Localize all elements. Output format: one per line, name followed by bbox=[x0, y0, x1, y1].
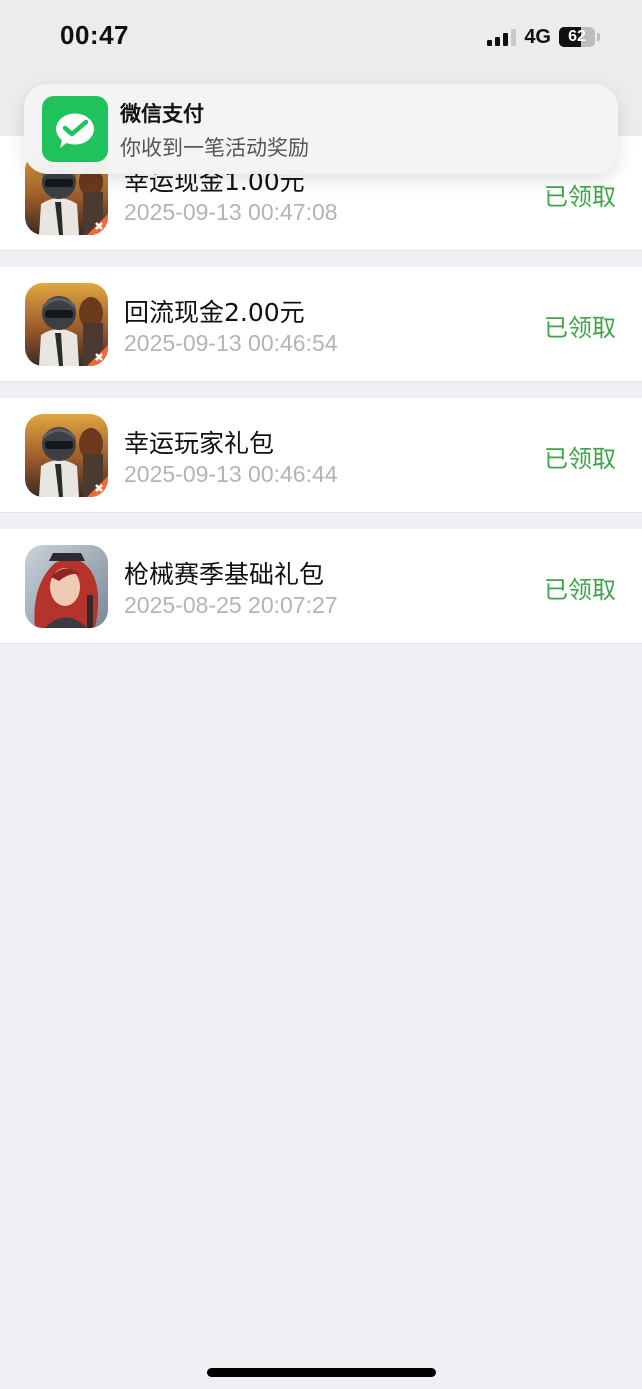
record-time: 2025-08-25 20:07:27 bbox=[124, 592, 338, 618]
home-indicator[interactable] bbox=[207, 1368, 436, 1377]
status-indicators: 4G 62 bbox=[487, 24, 600, 50]
record-time: 2025-09-13 00:46:44 bbox=[124, 461, 338, 487]
status-time: 00:47 bbox=[60, 20, 129, 50]
record-time: 2025-09-13 00:46:54 bbox=[124, 330, 338, 356]
signal-icon bbox=[487, 28, 517, 46]
screen: 00:47 4G 62 幸运现金1.00元 2025-09-13 00:47:0… bbox=[0, 0, 642, 1389]
network-label: 4G bbox=[524, 25, 551, 48]
record-status: 已领取 bbox=[544, 183, 616, 211]
record-title: 回流现金2.00元 bbox=[124, 298, 305, 327]
record-status: 已领取 bbox=[544, 576, 616, 604]
record-time: 2025-09-13 00:47:08 bbox=[124, 199, 338, 225]
wechat-pay-icon bbox=[42, 96, 108, 162]
reward-list: 幸运现金1.00元 2025-09-13 00:47:08 已领取 回流现金2.… bbox=[0, 136, 642, 644]
notification-message: 你收到一笔活动奖励 bbox=[120, 136, 309, 160]
battery-icon: 62 bbox=[559, 27, 595, 47]
game-icon-helmet bbox=[25, 283, 108, 366]
list-item[interactable]: 回流现金2.00元 2025-09-13 00:46:54 已领取 bbox=[0, 267, 642, 382]
notification-app-name: 微信支付 bbox=[120, 102, 204, 126]
record-status: 已领取 bbox=[544, 314, 616, 342]
battery-level: 62 bbox=[568, 28, 586, 45]
list-item[interactable]: 幸运玩家礼包 2025-09-13 00:46:44 已领取 bbox=[0, 398, 642, 513]
battery-cap bbox=[597, 33, 600, 41]
record-status: 已领取 bbox=[544, 445, 616, 473]
record-title: 幸运玩家礼包 bbox=[124, 429, 275, 458]
game-icon-helmet bbox=[25, 414, 108, 497]
record-title: 枪械赛季基础礼包 bbox=[124, 560, 325, 589]
game-icon-redhair bbox=[25, 545, 108, 628]
list-item[interactable]: 枪械赛季基础礼包 2025-08-25 20:07:27 已领取 bbox=[0, 529, 642, 644]
wechat-pay-notification[interactable]: 微信支付 你收到一笔活动奖励 bbox=[24, 84, 618, 174]
